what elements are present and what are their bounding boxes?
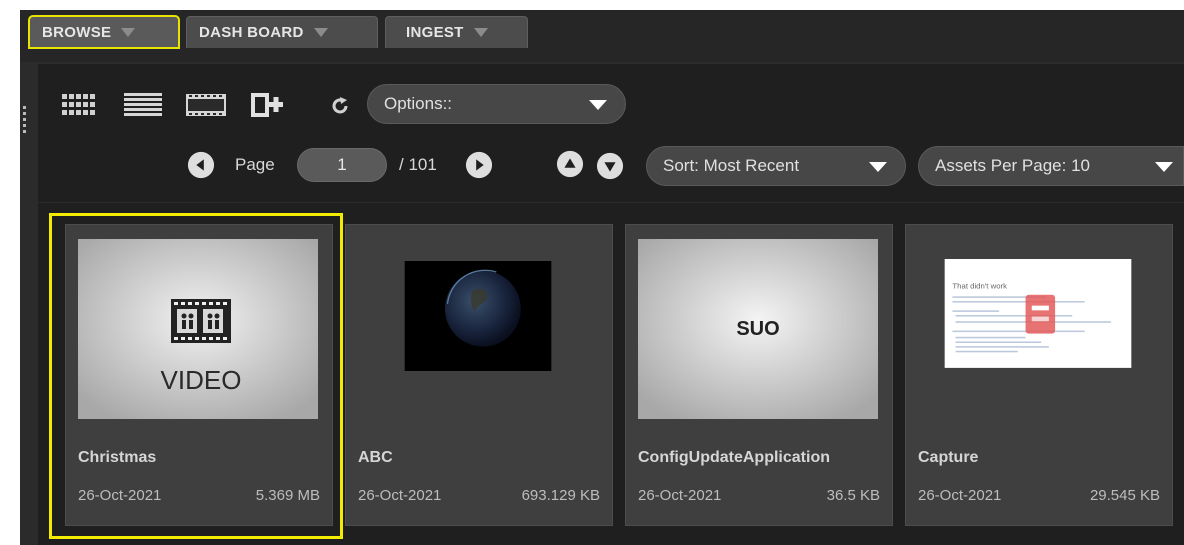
page-total: / 101 (399, 155, 437, 174)
asset-card[interactable]: SUO ConfigUpdateApplication 26-Oct-2021 … (625, 224, 893, 526)
asset-date: 26-Oct-2021 (918, 487, 1002, 504)
chevron-down-icon (1155, 162, 1173, 172)
list-view-icon[interactable] (124, 93, 162, 117)
asset-name: ConfigUpdateApplication (638, 449, 830, 466)
chevron-down-icon (869, 162, 887, 172)
assets-per-page-label: Assets Per Page: 10 (935, 156, 1090, 175)
thumbnail-label: That didn't work (952, 282, 1007, 291)
prev-page-button[interactable] (187, 151, 215, 179)
filmstrip-view-icon[interactable] (186, 94, 226, 116)
sort-dropdown[interactable]: Sort: Most Recent (646, 146, 906, 186)
screenshot-thumbnail[interactable]: That didn't work (918, 259, 1158, 399)
brand-logo-icon (1025, 294, 1056, 334)
tab-browse[interactable]: BROWSE (28, 15, 180, 49)
asset-name: Capture (918, 449, 979, 466)
sort-descending-button[interactable] (596, 152, 624, 180)
tab-ingest[interactable]: INGEST (385, 16, 528, 48)
asset-name: ABC (358, 449, 393, 466)
tab-ingest-label: INGEST (406, 24, 464, 41)
asset-size: 36.5 KB (826, 487, 880, 504)
next-page-button[interactable] (465, 151, 493, 179)
thumbnail-label: SUO (736, 318, 779, 340)
chevron-down-icon[interactable] (313, 28, 328, 37)
side-panel-grip[interactable] (22, 106, 28, 146)
asset-card[interactable]: ABC 26-Oct-2021 693.129 KB (345, 224, 613, 526)
options-dropdown[interactable]: Options:: (367, 84, 626, 124)
asset-date: 26-Oct-2021 (638, 487, 722, 504)
chevron-down-icon (589, 100, 607, 110)
grid-view-icon[interactable] (62, 94, 98, 116)
refresh-icon[interactable] (330, 96, 350, 116)
earth-image-thumbnail[interactable] (358, 261, 598, 371)
selected-asset-highlight (49, 213, 343, 539)
page-number-input[interactable] (297, 148, 387, 182)
tab-dashboard[interactable]: DASH BOARD (186, 16, 378, 48)
asset-card[interactable]: That didn't work Capture 26-Oct-2021 29.… (905, 224, 1173, 526)
page-label: Page (235, 155, 275, 174)
options-dropdown-label: Options:: (384, 94, 453, 113)
document-placeholder-thumbnail[interactable]: SUO (638, 239, 878, 419)
tab-dashboard-label: DASH BOARD (199, 24, 304, 41)
asset-size: 29.545 KB (1089, 487, 1160, 504)
sort-ascending-button[interactable] (556, 150, 584, 178)
asset-date: 26-Oct-2021 (358, 487, 442, 504)
add-asset-icon[interactable] (251, 92, 285, 118)
chevron-down-icon[interactable] (121, 28, 136, 37)
asset-size: 693.129 KB (521, 487, 600, 504)
assets-per-page-dropdown[interactable]: Assets Per Page: 10 (918, 146, 1184, 186)
chevron-down-icon[interactable] (473, 28, 488, 37)
tab-browse-label: BROWSE (42, 24, 112, 41)
sort-dropdown-label: Sort: Most Recent (663, 156, 800, 175)
